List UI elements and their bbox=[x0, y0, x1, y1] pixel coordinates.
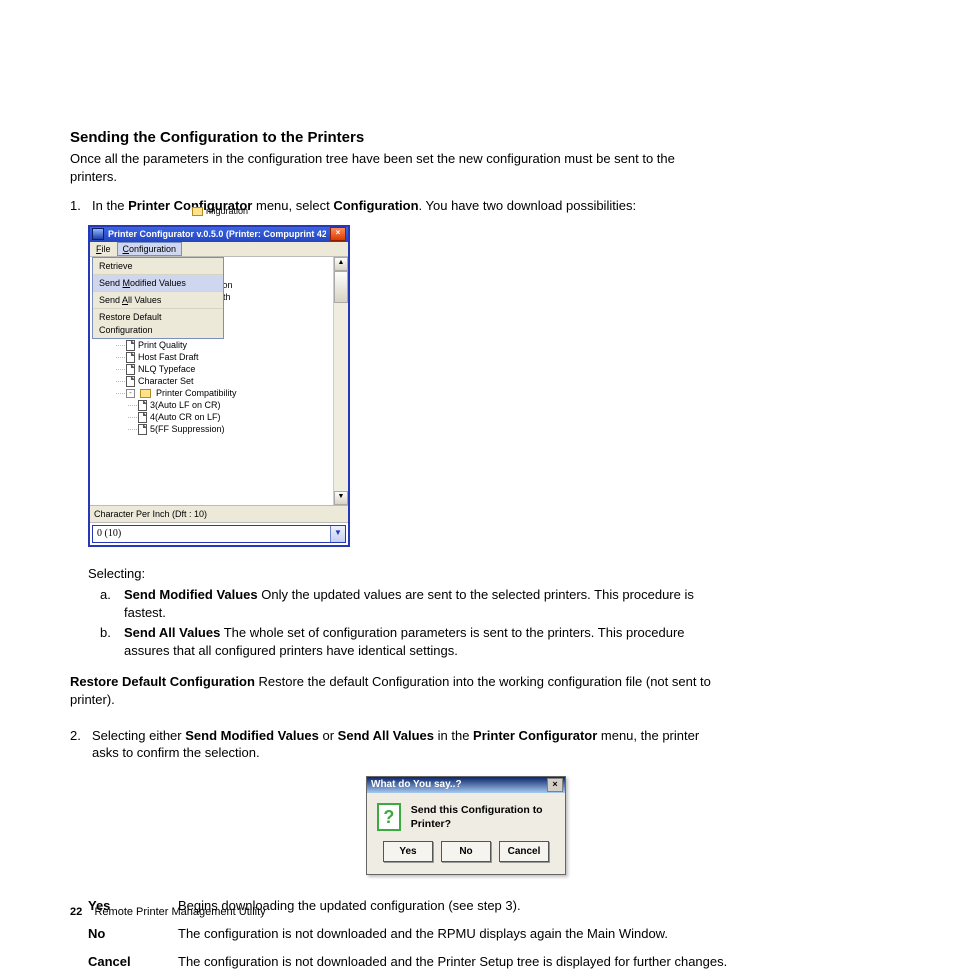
doc-title: Remote Printer Management Utility bbox=[94, 906, 265, 918]
confirm-dialog: What do You say..? × ? Send this Configu… bbox=[366, 776, 566, 876]
tree-item[interactable]: Host Fast Draft bbox=[126, 351, 331, 363]
question-icon: ? bbox=[377, 803, 401, 831]
page-icon bbox=[138, 424, 147, 435]
page-icon bbox=[138, 412, 147, 423]
step-1: 1. In the Printer Configurator menu, sel… bbox=[70, 197, 862, 215]
tree-item[interactable]: Print Quality bbox=[126, 339, 331, 351]
menu-item-send-all[interactable]: Send All Values bbox=[93, 292, 223, 309]
chevron-down-icon[interactable]: ▼ bbox=[330, 526, 345, 542]
yes-button[interactable]: Yes bbox=[383, 841, 433, 863]
window-titlebar: Printer Configurator v.0.5.0 (Printer: C… bbox=[90, 227, 348, 242]
close-icon[interactable]: × bbox=[330, 227, 346, 241]
def-no: No The configuration is not downloaded a… bbox=[88, 925, 768, 943]
section-intro: Once all the parameters in the configura… bbox=[70, 150, 690, 185]
dialog-message: Send this Configuration to Printer? bbox=[411, 803, 555, 831]
tree-item-compat[interactable]: -Printer Compatibility bbox=[126, 387, 331, 399]
menu-item-restore-default[interactable]: Restore Default Configuration bbox=[93, 309, 223, 337]
dialog-title: What do You say..? bbox=[369, 778, 547, 792]
close-icon[interactable]: × bbox=[547, 778, 563, 792]
tree-partial-visible-node: nfiguration bbox=[192, 205, 331, 217]
folder-icon bbox=[192, 207, 203, 216]
tree-item[interactable]: Character Set bbox=[126, 375, 331, 387]
page-icon bbox=[138, 400, 147, 411]
page-icon bbox=[126, 376, 135, 387]
menu-configuration[interactable]: Configuration bbox=[117, 242, 183, 256]
menu-item-retrieve[interactable]: Retrieve bbox=[93, 258, 223, 275]
configuration-dropdown: Retrieve Send Modified Values Send All V… bbox=[92, 257, 224, 339]
step-1-number: 1. bbox=[70, 197, 84, 215]
app-icon bbox=[92, 228, 104, 240]
printer-configurator-window: Printer Configurator v.0.5.0 (Printer: C… bbox=[88, 225, 350, 547]
page-footer: 22 Remote Printer Management Utility bbox=[70, 905, 266, 920]
window-title: Printer Configurator v.0.5.0 (Printer: C… bbox=[108, 228, 326, 240]
menu-file[interactable]: File bbox=[90, 242, 117, 256]
page-number: 22 bbox=[70, 906, 82, 918]
cancel-button[interactable]: Cancel bbox=[499, 841, 549, 863]
option-b: b. Send All Values The whole set of conf… bbox=[100, 624, 720, 659]
menu-item-send-modified[interactable]: Send Modified Values bbox=[93, 275, 223, 292]
page-icon bbox=[126, 364, 135, 375]
folder-icon bbox=[140, 389, 151, 398]
section-title: Sending the Configuration to the Printer… bbox=[70, 128, 862, 148]
scroll-down-icon[interactable]: ▼ bbox=[334, 491, 348, 505]
selecting-label: Selecting: bbox=[88, 565, 862, 583]
tree-item[interactable]: 5(FF Suppression) bbox=[138, 423, 331, 435]
collapse-icon[interactable]: - bbox=[126, 389, 135, 398]
step-2: 2. Selecting either Send Modified Values… bbox=[70, 727, 862, 762]
tree-item[interactable]: NLQ Typeface bbox=[126, 363, 331, 375]
menubar: File Configuration bbox=[90, 242, 348, 257]
tree-item[interactable]: 4(Auto CR on LF) bbox=[138, 411, 331, 423]
cpi-combo[interactable]: 0 (10) ▼ bbox=[92, 525, 346, 543]
tree-item[interactable]: 3(Auto LF on CR) bbox=[138, 399, 331, 411]
page-icon bbox=[126, 340, 135, 351]
restore-note: Restore Default Configuration Restore th… bbox=[70, 673, 750, 708]
option-a: a. Send Modified Values Only the updated… bbox=[100, 586, 720, 621]
cpi-combo-value[interactable]: 0 (10) bbox=[93, 526, 330, 542]
scroll-thumb[interactable] bbox=[334, 271, 348, 303]
dialog-titlebar: What do You say..? × bbox=[367, 777, 565, 793]
field-label: Character Per Inch (Dft : 10) bbox=[90, 505, 348, 523]
scroll-up-icon[interactable]: ▲ bbox=[334, 257, 348, 271]
scrollbar[interactable]: ▲ ▼ bbox=[333, 257, 348, 505]
no-button[interactable]: No bbox=[441, 841, 491, 863]
page-icon bbox=[126, 352, 135, 363]
def-cancel: Cancel The configuration is not download… bbox=[88, 953, 768, 970]
